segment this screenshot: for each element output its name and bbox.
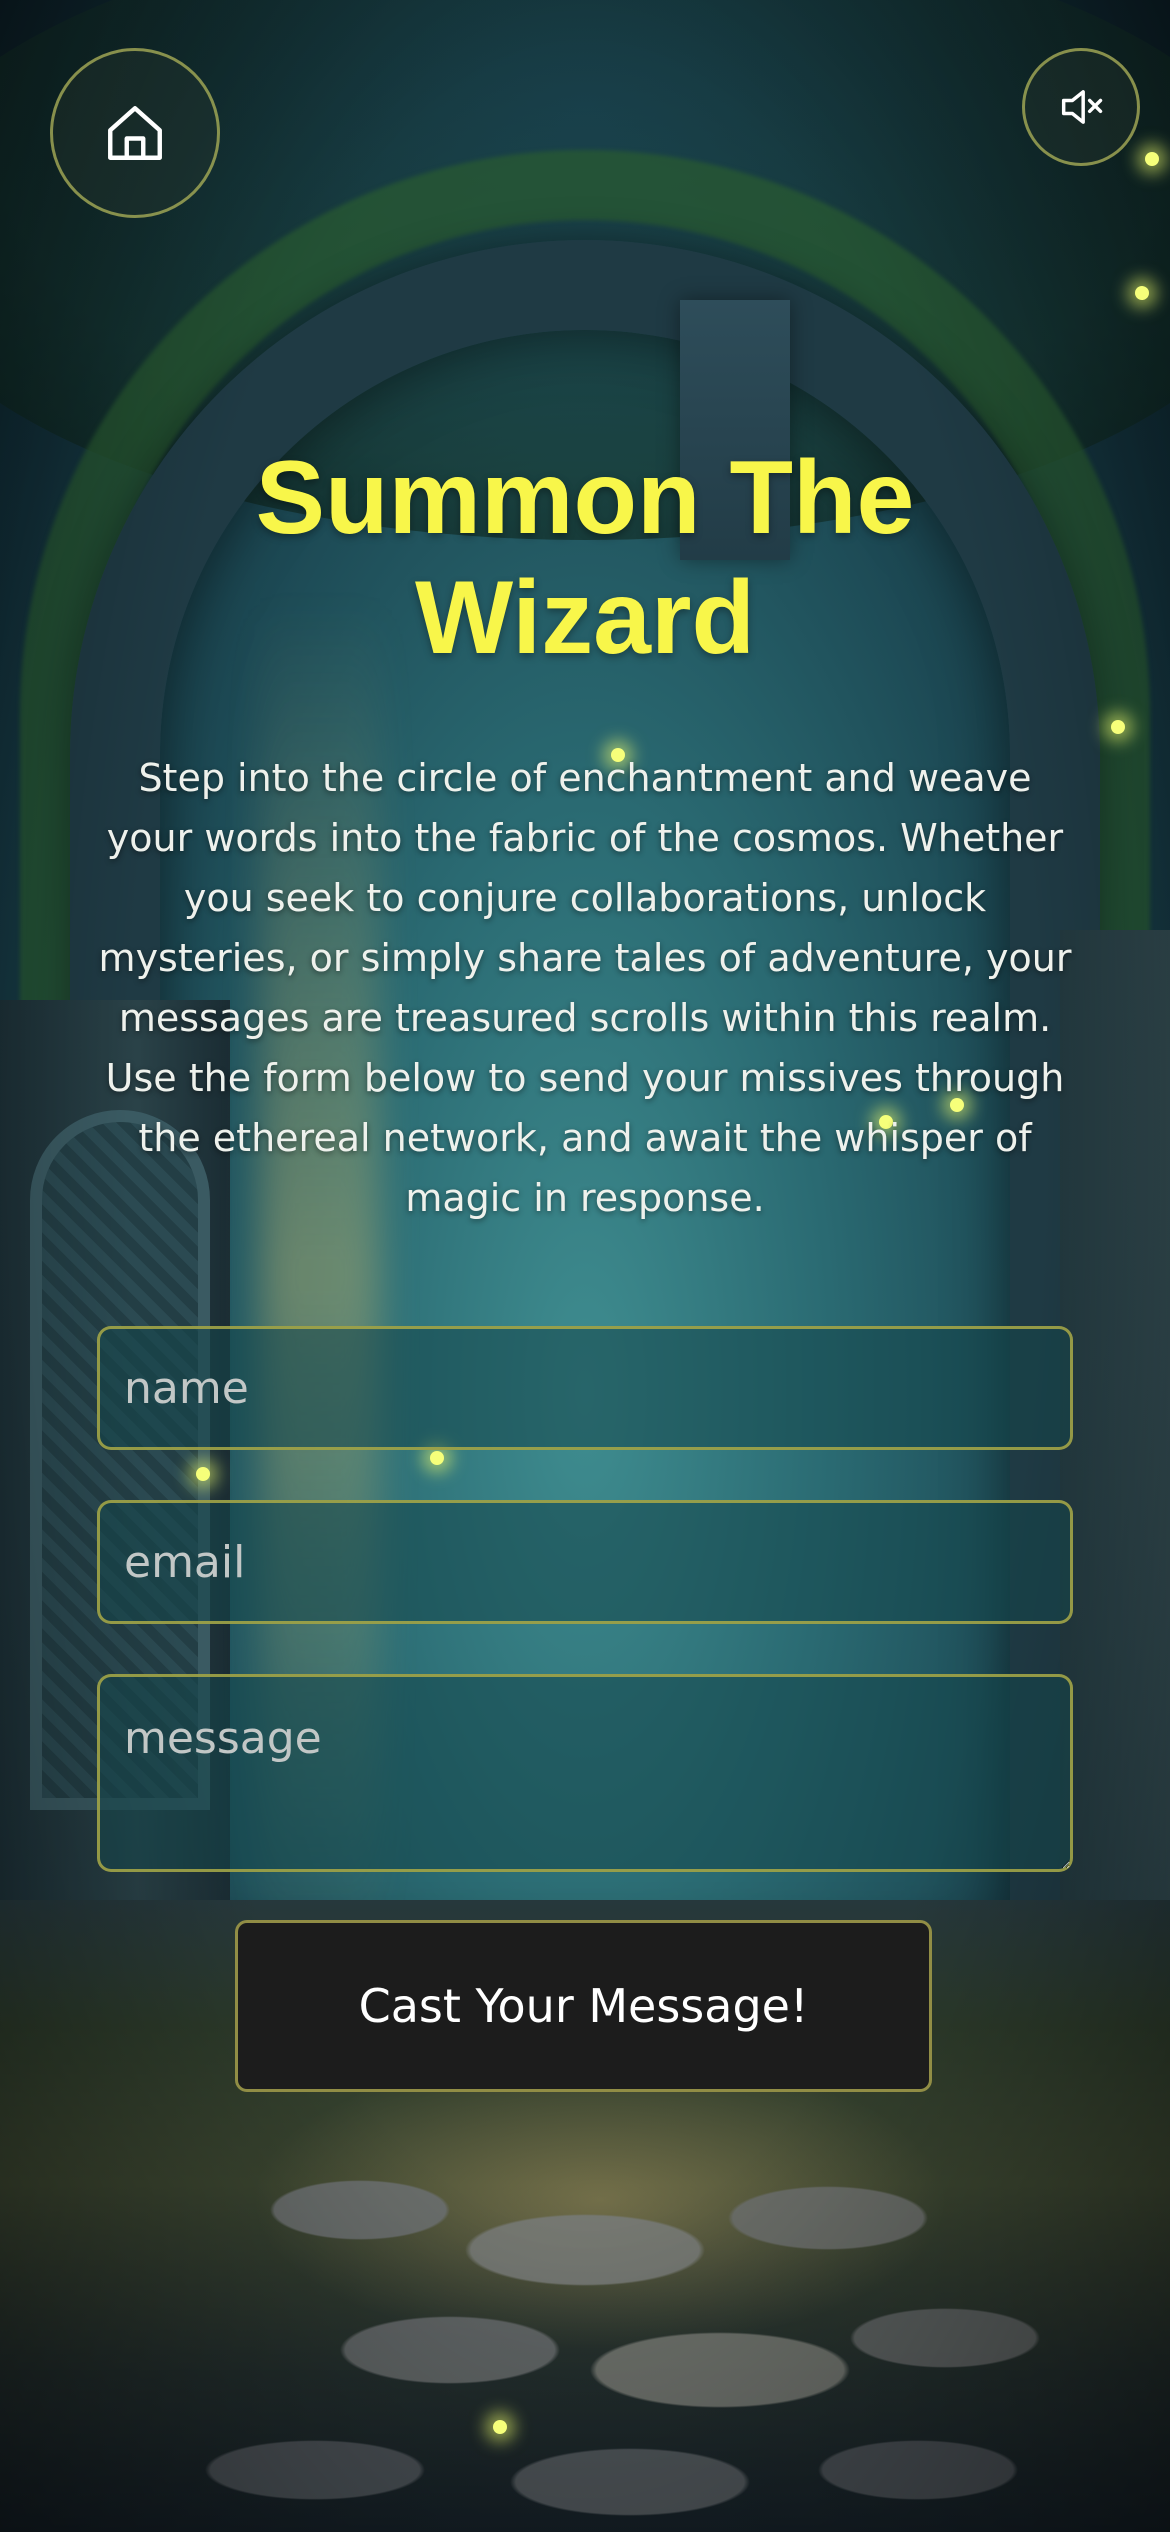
firefly: [430, 1451, 444, 1465]
speaker-muted-icon: [1061, 90, 1103, 124]
firefly: [493, 2420, 507, 2434]
message-textarea[interactable]: [97, 1674, 1073, 1872]
vignette-overlay: [0, 0, 1170, 2532]
cast-message-button[interactable]: Cast Your Message!: [235, 1920, 932, 2092]
sound-toggle-button[interactable]: [1022, 48, 1140, 166]
contact-page: Summon The Wizard Step into the circle o…: [0, 0, 1170, 2532]
firefly: [1145, 152, 1159, 166]
home-icon: [108, 106, 162, 160]
firefly: [1111, 720, 1125, 734]
firefly: [196, 1467, 210, 1481]
email-input[interactable]: [97, 1500, 1073, 1624]
name-input[interactable]: [97, 1326, 1073, 1450]
intro-text: Step into the circle of enchantment and …: [98, 756, 1072, 1220]
home-button[interactable]: [50, 48, 220, 218]
firefly: [1135, 286, 1149, 300]
page-title: Summon The Wizard: [0, 438, 1170, 678]
page-title-line-2: Wizard: [415, 560, 755, 676]
page-title-line-1: Summon The: [255, 440, 915, 556]
